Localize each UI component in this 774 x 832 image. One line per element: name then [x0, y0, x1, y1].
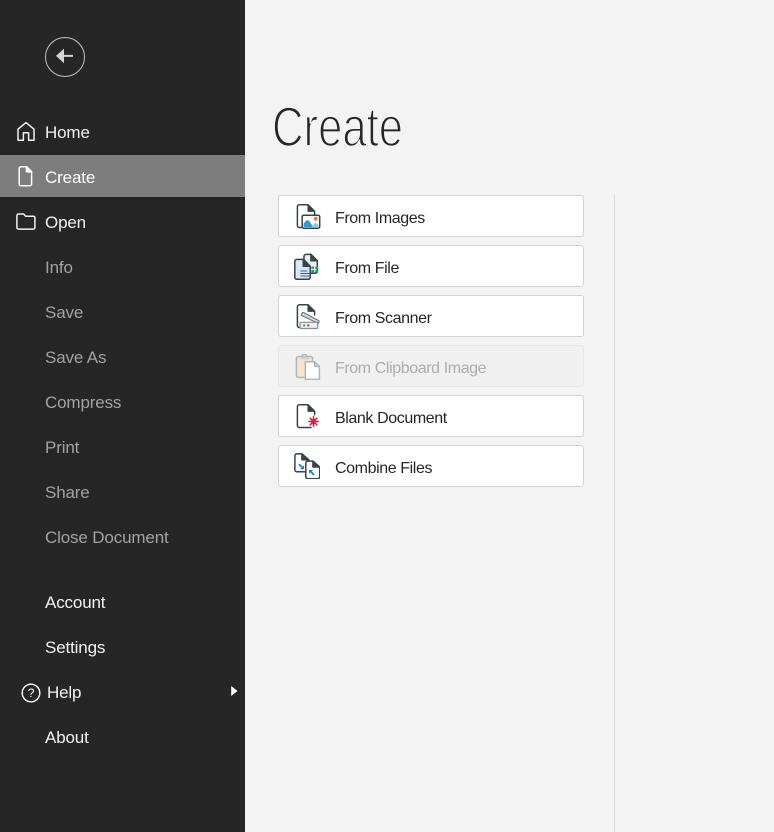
svg-text:?: ?	[28, 686, 35, 700]
